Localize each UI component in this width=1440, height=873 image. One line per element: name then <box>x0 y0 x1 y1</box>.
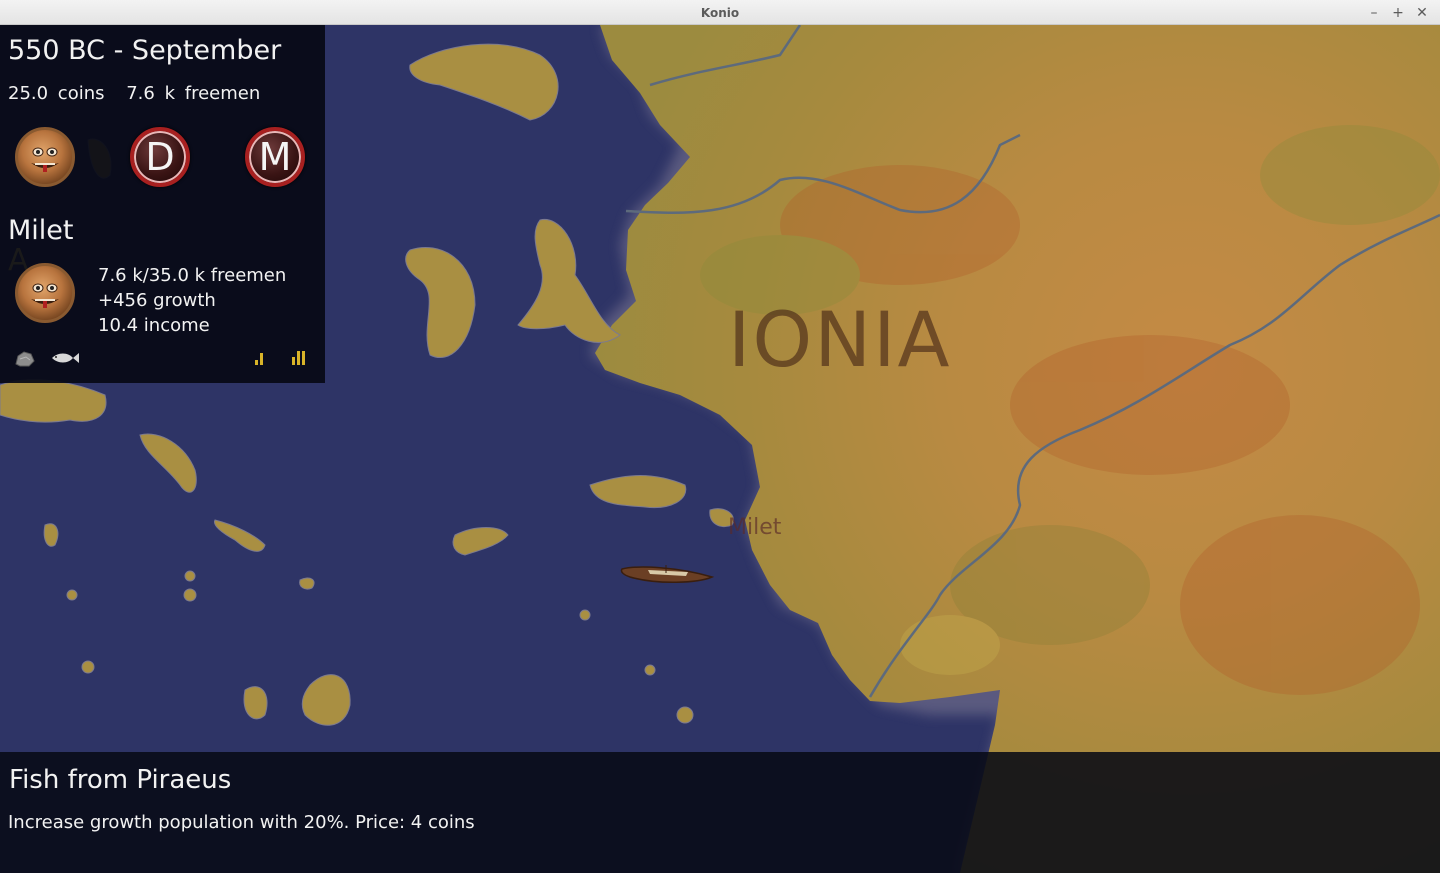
city-map-label[interactable]: Milet <box>728 515 781 540</box>
city-name: Milet <box>8 215 74 246</box>
gorgon-face-icon <box>31 283 59 308</box>
population-label: 7.6 k/35.0 k freemen <box>98 265 287 286</box>
region-label: IONIA <box>728 295 952 384</box>
city-emblem[interactable] <box>15 263 75 323</box>
d-button[interactable]: D <box>130 127 190 187</box>
minimize-button[interactable]: – <box>1365 4 1383 22</box>
coins-label: 25.0 coins <box>8 83 105 104</box>
bar-chart-small-icon[interactable] <box>255 351 267 365</box>
m-button[interactable]: M <box>245 127 305 187</box>
status-panel: 550 BC - September 25.0 coins 7.6 k free… <box>0 25 325 383</box>
bar-chart-large-icon[interactable] <box>292 349 308 365</box>
close-button[interactable]: ✕ <box>1413 4 1431 22</box>
tooltip-panel: Fish from Piraeus Increase growth popula… <box>0 752 1440 873</box>
stone-icon[interactable] <box>14 350 36 368</box>
tooltip-title: Fish from Piraeus <box>9 765 232 795</box>
date-label: 550 BC - September <box>8 35 282 66</box>
income-label: 10.4 income <box>98 315 210 336</box>
fish-icon[interactable] <box>50 351 80 365</box>
gorgon-emblem-button[interactable] <box>15 127 75 187</box>
growth-label: +456 growth <box>98 290 216 311</box>
maximize-button[interactable]: + <box>1389 4 1407 22</box>
freemen-label: 7.6 k freemen <box>126 83 261 104</box>
resource-stats: 25.0 coins 7.6 k freemen <box>8 83 272 104</box>
tooltip-description: Increase growth population with 20%. Pri… <box>8 812 475 833</box>
window-titlebar: Konio – + ✕ <box>0 0 1440 25</box>
window-title: Konio <box>700 6 740 20</box>
city-stats: 7.6 k/35.0 k freemen +456 growth 10.4 in… <box>98 263 286 338</box>
ship-icon[interactable] <box>618 555 718 589</box>
gorgon-face-icon <box>31 147 59 172</box>
